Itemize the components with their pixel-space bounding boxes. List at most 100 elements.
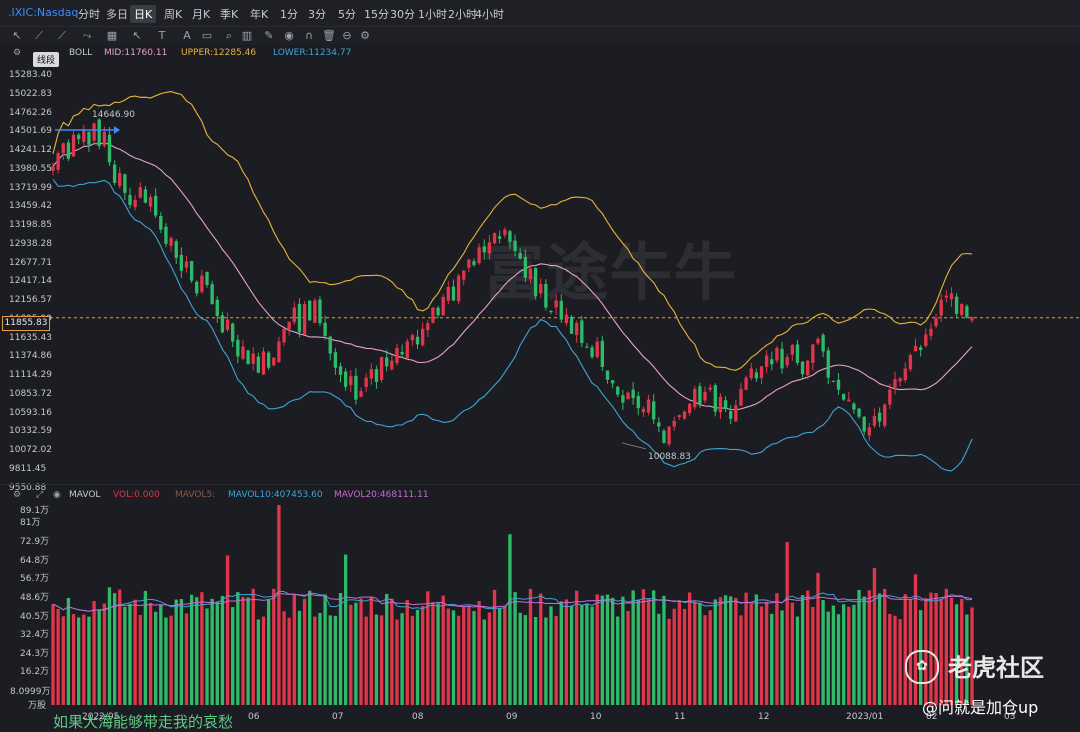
candle-body: [934, 318, 938, 327]
volume-bar: [616, 616, 620, 705]
candle-body: [970, 317, 974, 321]
candle-body: [739, 388, 743, 406]
volume-bar: [210, 598, 214, 705]
candle-body: [97, 119, 101, 147]
candle-body: [369, 369, 373, 379]
candle-body: [677, 415, 682, 418]
candle-body: [539, 284, 543, 294]
candle-body: [71, 134, 76, 157]
candle-body: [893, 379, 897, 388]
candle-body: [261, 351, 266, 375]
candle-body: [441, 296, 445, 316]
volume-bar: [189, 594, 194, 705]
volume-bar: [487, 612, 492, 705]
candle-body: [646, 399, 651, 413]
candle-body: [154, 195, 158, 216]
time-tick: 2023/01: [846, 712, 884, 722]
candle-body: [918, 347, 923, 351]
community-watermark: 老虎社区: [948, 654, 1044, 682]
volume-bar: [338, 593, 343, 705]
candle-body: [56, 153, 60, 170]
candle-body: [159, 215, 163, 230]
volume-bar: [184, 613, 189, 705]
volume-bar: [657, 613, 661, 705]
volume-bar: [133, 599, 137, 705]
candle-body: [482, 246, 486, 253]
volume-bar: [672, 608, 676, 705]
candle-body: [559, 300, 563, 320]
volume-bar: [308, 590, 312, 705]
volume-bar: [759, 606, 764, 705]
volume-settings-icon[interactable]: ⚙: [13, 490, 21, 500]
candle-body: [621, 395, 625, 403]
candle-body: [913, 345, 918, 352]
volume-bar: [420, 606, 425, 705]
volume-bar: [82, 614, 86, 705]
volume-bar: [51, 604, 55, 705]
price-tick: 15283.40: [9, 70, 52, 80]
candle-body: [451, 286, 456, 301]
volume-bar: [811, 606, 815, 705]
volume-bar: [138, 615, 142, 705]
candle-body: [82, 129, 86, 142]
volume-bar: [785, 542, 789, 705]
volume-bar: [888, 614, 892, 705]
candle-body: [841, 393, 846, 400]
volume-bar: [112, 593, 117, 705]
volume-bar: [318, 612, 322, 705]
candle-body: [472, 261, 476, 266]
tiger-logo-icon: ✿: [905, 650, 939, 684]
volume-tick: 24.3万: [20, 649, 50, 659]
price-tick: 14501.69: [9, 126, 52, 137]
eye-toggle-icon[interactable]: ◉: [53, 490, 61, 500]
candle-body: [251, 353, 255, 364]
volume-bar: [205, 608, 209, 705]
volume-bar: [667, 618, 671, 705]
candle-body: [672, 420, 676, 427]
candle-body: [800, 361, 805, 375]
volume-bar: [272, 588, 276, 705]
volume-bar: [744, 592, 748, 705]
volume-bar: [256, 619, 261, 705]
volume-bar: [544, 617, 548, 705]
candle-body: [723, 400, 728, 409]
volume-bar: [903, 594, 907, 705]
price-tick: 9811.45: [9, 463, 47, 474]
volume-bar: [508, 534, 512, 705]
candle-body: [61, 143, 65, 154]
price-tick: 13198.85: [9, 220, 52, 230]
volume-bar: [328, 615, 332, 705]
candle-body: [847, 399, 851, 402]
volume-bar: [770, 613, 774, 705]
volume-bar: [364, 616, 368, 705]
volume-bar: [816, 572, 820, 705]
volume-bar: [862, 596, 866, 705]
mavol-name[interactable]: MAVOL: [69, 490, 100, 500]
candle-body: [888, 389, 892, 405]
candle-body: [734, 405, 738, 422]
candle-body: [569, 316, 574, 334]
volume-bar: [251, 588, 255, 705]
candle-body: [179, 254, 184, 271]
volume-tick: 40.5万: [20, 612, 50, 622]
time-tick: 11: [674, 712, 686, 722]
volume-bar: [713, 599, 717, 705]
volume-bar: [929, 592, 933, 705]
volume-bar: [528, 589, 533, 705]
candle-body: [313, 300, 317, 323]
volume-bar: [580, 605, 584, 705]
candle-body: [528, 268, 533, 280]
candle-body: [436, 307, 440, 316]
price-tick: 13459.42: [9, 201, 52, 212]
candle-body: [554, 300, 558, 308]
expand-icon[interactable]: ⤢: [36, 490, 43, 500]
volume-bar: [297, 610, 302, 705]
candle-body: [107, 134, 112, 163]
volume-bar: [723, 595, 728, 705]
candle-body: [174, 241, 178, 258]
volume-bar: [631, 590, 635, 705]
volume-bar: [395, 619, 399, 705]
price-tick: 10853.72: [9, 388, 52, 399]
volume-bar: [739, 615, 743, 705]
volume-bar: [554, 615, 558, 705]
